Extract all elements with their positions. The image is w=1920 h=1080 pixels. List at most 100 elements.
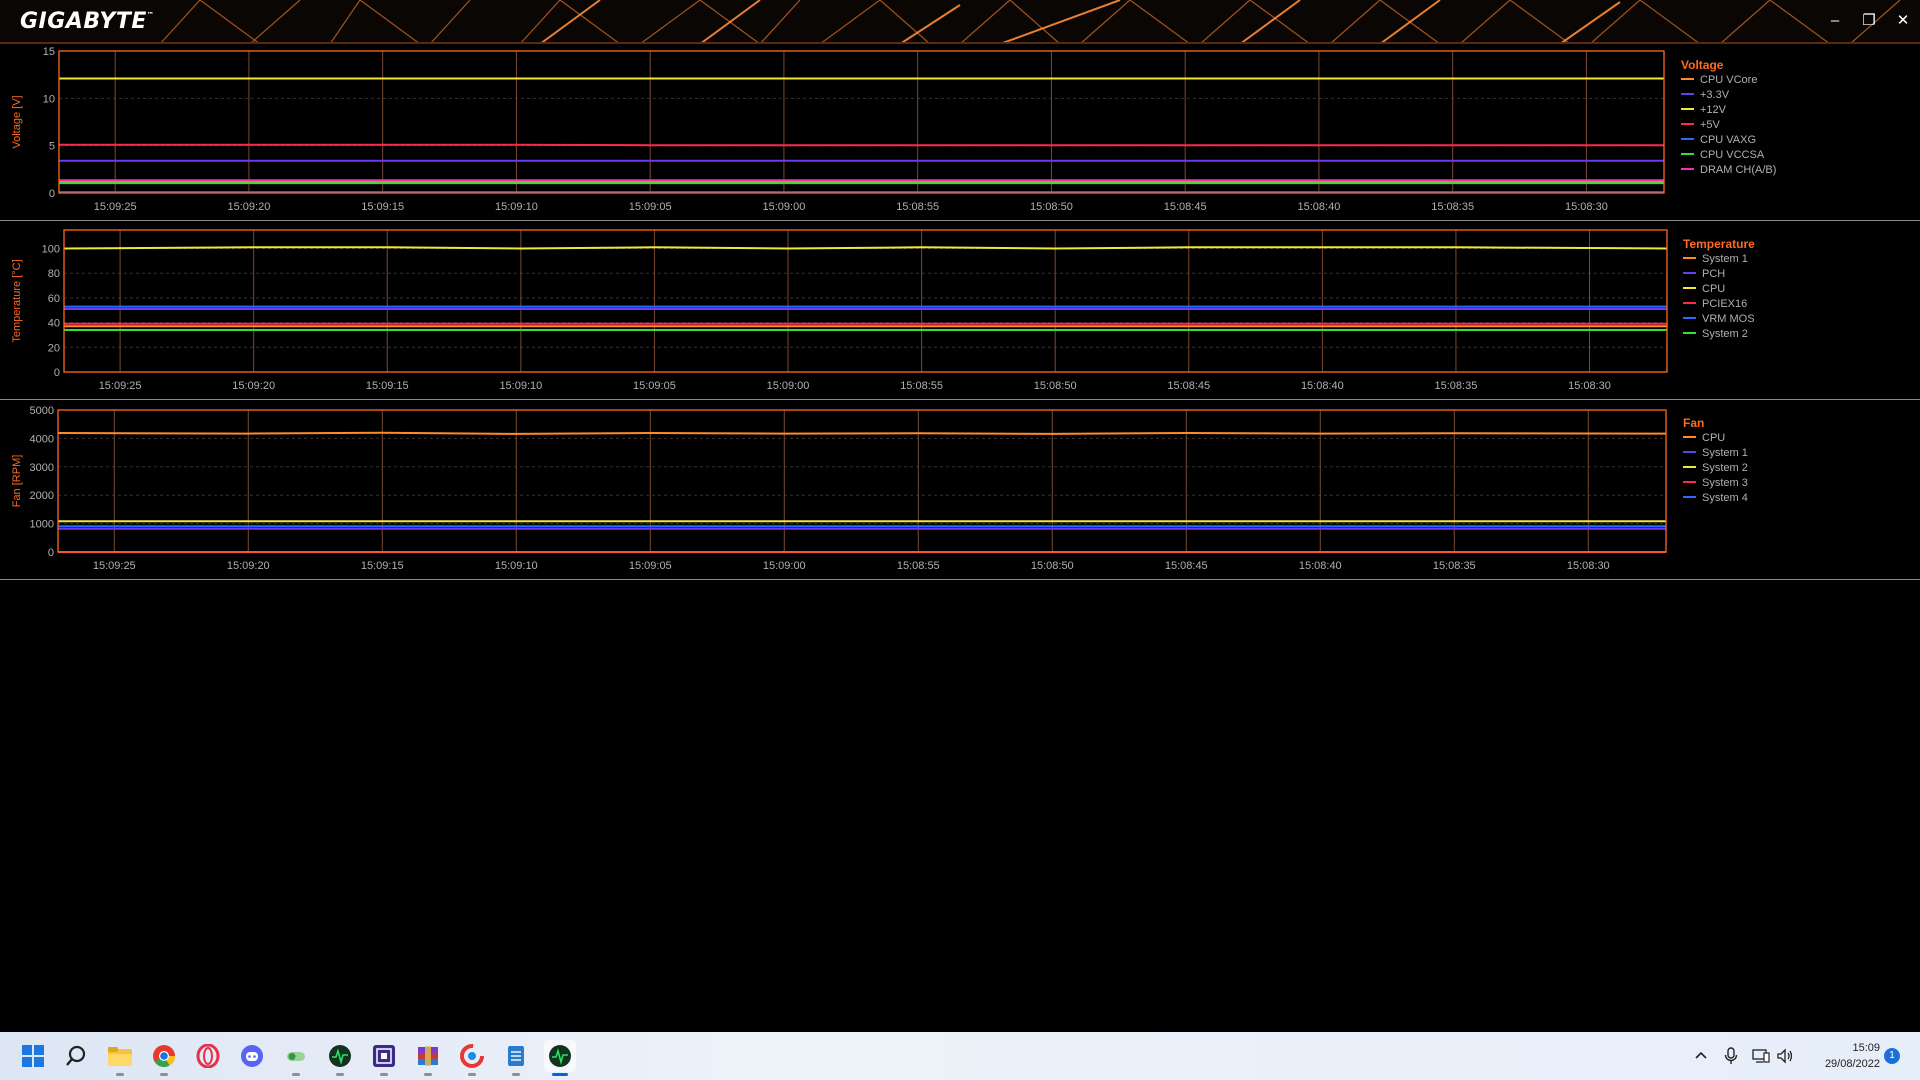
voltage-x-tick-label: 15:08:55 — [896, 201, 939, 213]
fan-legend-label: System 4 — [1702, 492, 1748, 504]
clock-date[interactable]: 29/08/2022 — [1800, 1058, 1880, 1070]
voltage-legend-swatch — [1681, 78, 1694, 81]
voltage-series--5v — [59, 143, 1664, 147]
temperature-legend-item: PCH — [1683, 267, 1755, 282]
fan-plot-area — [57, 409, 1667, 553]
temperature-x-tick-label: 15:09:10 — [499, 380, 542, 392]
voltage-x-tick-label: 15:09:10 — [495, 201, 538, 213]
temperature-legend-label: VRM MOS — [1702, 313, 1755, 325]
fan-series-cpu — [57, 431, 1667, 435]
temperature-x-tick-label: 15:08:55 — [900, 380, 943, 392]
chrome-icon[interactable] — [148, 1040, 180, 1076]
voltage-legend-label: +5V — [1700, 119, 1720, 131]
fan-legend-label: System 2 — [1702, 462, 1748, 474]
temperature-legend-item: System 2 — [1683, 327, 1755, 342]
temperature-legend-title: Temperature — [1683, 237, 1755, 251]
volume-icon[interactable] — [1770, 1040, 1800, 1072]
voltage-legend-label: CPU VAXG — [1700, 134, 1757, 146]
gigabyte-monitor-icon[interactable] — [324, 1040, 356, 1076]
voltage-x-tick-label: 15:09:20 — [228, 201, 271, 213]
fan-legend-item: System 2 — [1683, 461, 1748, 476]
voltage-x-tick-label: 15:08:45 — [1164, 201, 1207, 213]
fan-legend-item: System 4 — [1683, 491, 1748, 506]
voltage-legend-label: +12V — [1700, 104, 1726, 116]
voltage-legend-swatch — [1681, 153, 1694, 156]
fan-y-tick-label: 1000 — [30, 519, 54, 531]
voltage-legend-swatch — [1681, 123, 1694, 126]
show-hidden-icons-chevron-icon[interactable] — [1686, 1040, 1716, 1072]
fan-x-tick-label: 15:08:30 — [1567, 560, 1610, 572]
temperature-x-tick-label: 15:09:25 — [99, 380, 142, 392]
fan-x-tick-label: 15:08:45 — [1165, 560, 1208, 572]
voltage-y-tick-label: 0 — [49, 188, 55, 200]
voltage-legend-item: CPU VCCSA — [1681, 148, 1776, 163]
temperature-chart: 0 20 40 60 80 100 15:09:25 15:09:20 15:09:15 15:0… — [11, 229, 1668, 392]
fan-legend-label: System 3 — [1702, 477, 1748, 489]
close-button[interactable]: ✕ — [1890, 10, 1916, 32]
fan-x-tick-label: 15:09:15 — [361, 560, 404, 572]
fan-y-tick-label: 5000 — [30, 405, 54, 417]
voltage-x-tick-label: 15:08:40 — [1298, 201, 1341, 213]
fan-x-tick-label: 15:09:25 — [93, 560, 136, 572]
temperature-x-tick-label: 15:09:15 — [366, 380, 409, 392]
voltage-legend-label: CPU VCCSA — [1700, 149, 1765, 161]
restore-button[interactable]: ❐ — [1856, 10, 1882, 32]
temperature-legend-item: CPU — [1683, 282, 1755, 297]
gigabyte-logo: GIGABYTE™ — [20, 9, 155, 34]
minimize-button[interactable]: – — [1822, 10, 1848, 32]
fan-legend-item: System 1 — [1683, 446, 1748, 461]
voltage-legend-swatch — [1681, 138, 1694, 141]
temperature-legend-label: PCH — [1702, 268, 1726, 280]
temperature-legend-label: System 2 — [1702, 328, 1748, 340]
voltage-legend-item: CPU VAXG — [1681, 133, 1776, 148]
voltage-x-tick-label: 15:08:50 — [1030, 201, 1073, 213]
microphone-icon[interactable] — [1716, 1040, 1746, 1072]
voltage-legend-item: +5V — [1681, 118, 1776, 133]
discord-icon[interactable] — [236, 1040, 268, 1072]
temperature-legend-swatch — [1683, 302, 1696, 305]
toggle-app-icon[interactable] — [280, 1040, 312, 1076]
temperature-legend-swatch — [1683, 272, 1696, 275]
voltage-legend-swatch — [1681, 108, 1694, 111]
fan-y-tick-label: 3000 — [30, 462, 54, 474]
fan-y-tick-label: 4000 — [30, 433, 54, 445]
gigabyte-sensor-icon[interactable] — [544, 1040, 576, 1076]
capture-app-icon[interactable] — [368, 1040, 400, 1076]
fan-legend-item: System 3 — [1683, 476, 1748, 491]
notepad-icon[interactable] — [500, 1040, 532, 1076]
voltage-x-tick-label: 15:09:00 — [763, 201, 806, 213]
temperature-y-tick-label: 80 — [48, 268, 60, 280]
clock-time[interactable]: 15:09 — [1800, 1042, 1880, 1054]
temperature-x-tick-label: 15:09:00 — [767, 380, 810, 392]
fan-x-tick-label: 15:08:40 — [1299, 560, 1342, 572]
ccleaner-icon[interactable] — [456, 1040, 488, 1076]
voltage-y-tick-label: 5 — [49, 141, 55, 153]
fan-x-tick-label: 15:09:20 — [227, 560, 270, 572]
temperature-legend-item: System 1 — [1683, 252, 1755, 267]
winrar-icon[interactable] — [412, 1040, 444, 1076]
temperature-y-tick-label: 40 — [48, 318, 60, 330]
temperature-x-tick-label: 15:09:20 — [232, 380, 275, 392]
opera-icon[interactable] — [192, 1040, 224, 1072]
fan-legend-label: CPU — [1702, 432, 1726, 444]
fan-x-tick-label: 15:09:00 — [763, 560, 806, 572]
voltage-y-axis-label: Voltage [V] — [11, 95, 23, 148]
voltage-legend: Voltage CPU VCore +3.3V +12V +5V CPU VAXG CPU… — [1681, 58, 1776, 178]
fan-x-tick-label: 15:08:35 — [1433, 560, 1476, 572]
voltage-legend-item: DRAM CH(A/B) — [1681, 163, 1776, 178]
voltage-legend-label: CPU VCore — [1700, 74, 1758, 86]
file-explorer-icon[interactable] — [104, 1040, 136, 1076]
temperature-x-tick-label: 15:08:45 — [1167, 380, 1210, 392]
voltage-y-tick-label: 10 — [43, 93, 55, 105]
notification-badge[interactable]: 1 — [1884, 1048, 1900, 1064]
search-icon[interactable] — [60, 1040, 92, 1072]
fan-legend-swatch — [1683, 451, 1696, 454]
voltage-x-tick-label: 15:09:25 — [94, 201, 137, 213]
temperature-y-tick-label: 100 — [42, 244, 60, 256]
voltage-legend-item: +3.3V — [1681, 88, 1776, 103]
voltage-plot-area — [58, 50, 1665, 194]
temperature-legend: Temperature System 1 PCH CPU PCIEX16 VRM MOS… — [1683, 237, 1755, 342]
windows-start-icon[interactable] — [17, 1040, 49, 1072]
voltage-chart: 0 5 10 15 15:09:25 15:09:20 15:09:15 15:09:10 15… — [11, 46, 1665, 213]
temperature-legend-swatch — [1683, 317, 1696, 320]
